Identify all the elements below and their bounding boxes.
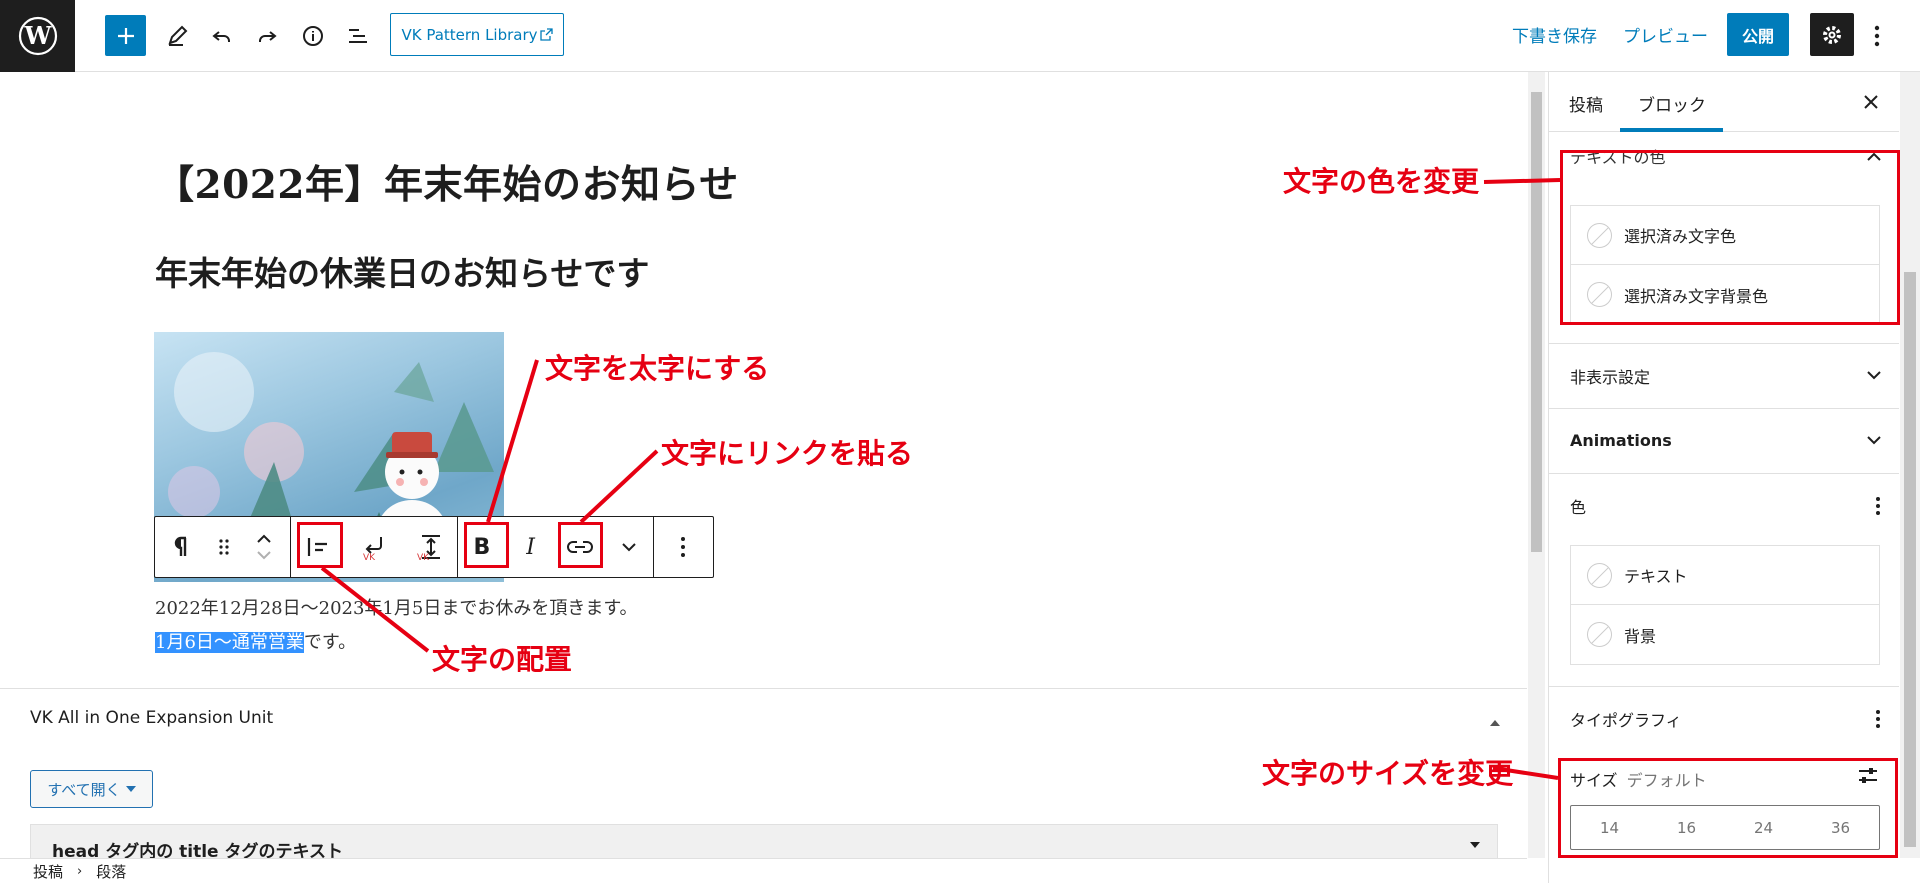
block-toolbar: VK VK B I	[154, 516, 714, 578]
caret-down-icon	[125, 786, 136, 792]
active-tab-indicator	[1620, 128, 1723, 132]
color-bg-option[interactable]: 背景	[1571, 605, 1879, 664]
wordpress-logo-icon[interactable]: W	[0, 0, 75, 72]
color-panel-title: 色	[1570, 497, 1587, 517]
svg-text:W: W	[23, 21, 52, 50]
annotation-bold-label: 文字を太字にする	[545, 352, 770, 385]
vk-panel-title[interactable]: VK All in One Expansion Unit	[30, 708, 273, 728]
svg-text:VK: VK	[417, 553, 430, 562]
redo-icon[interactable]	[245, 14, 289, 58]
heading-block[interactable]: 年末年始の休業日のお知らせです	[155, 247, 649, 295]
typography-options-icon[interactable]	[1875, 709, 1881, 729]
expand-triangle-icon	[1470, 842, 1480, 848]
hide-settings-title: 非表示設定	[1570, 367, 1651, 387]
color-swatch-icon	[1587, 562, 1612, 588]
animations-panel[interactable]: Animations	[1549, 408, 1899, 472]
color-swatch-icon	[1587, 622, 1612, 647]
editor-header: W VK Pattern Library 下書き保存 プレビュー 公開	[0, 0, 1920, 72]
paragraph-line-2[interactable]: 1月6日～通常営業です。	[155, 628, 356, 654]
paragraph-line-2-rest: です。	[303, 632, 357, 653]
open-all-label: すべて開く	[47, 780, 121, 799]
annotation-box-bold	[464, 522, 509, 568]
animations-title: Animations	[1570, 431, 1672, 450]
annotation-align-label: 文字の配置	[432, 643, 573, 676]
typography-panel-header: タイポグラフィ	[1549, 686, 1899, 750]
breadcrumb-separator-icon: ›	[77, 863, 83, 879]
move-up-down-icon[interactable]	[239, 517, 289, 577]
block-toolbar-group-4	[654, 517, 712, 577]
line-break-icon[interactable]: VK	[347, 517, 403, 577]
hide-settings-panel[interactable]: 非表示設定	[1549, 343, 1899, 407]
annotation-text-color-label: 文字の色を変更	[1283, 165, 1480, 198]
post-title[interactable]: 【2022年】年末年始のお知らせ	[155, 154, 739, 210]
tab-post[interactable]: 投稿	[1569, 91, 1603, 116]
svg-text:VK: VK	[363, 553, 376, 561]
italic-icon[interactable]: I	[506, 517, 556, 577]
spacing-icon[interactable]: VK	[402, 517, 457, 577]
chevron-down-icon	[1867, 371, 1881, 380]
block-toolbar-group-1	[155, 517, 291, 577]
color-panel-header: 色	[1549, 473, 1899, 537]
collapse-triangle-icon[interactable]	[1489, 712, 1501, 731]
color-text-label: テキスト	[1624, 567, 1688, 586]
paragraph-line-1[interactable]: 2022年12月28日～2023年1月5日までお休みを頂きます。	[155, 594, 638, 620]
annotation-text-size-label: 文字のサイズを変更	[1262, 757, 1514, 790]
annotation-box-text-size	[1558, 758, 1898, 858]
breadcrumb-paragraph[interactable]: 段落	[96, 861, 126, 882]
list-view-icon[interactable]	[336, 14, 380, 58]
vk-pattern-library-button[interactable]: VK Pattern Library	[390, 13, 564, 56]
save-draft-button[interactable]: 下書き保存	[1512, 22, 1597, 47]
sidebar-scrollbar-thumb[interactable]	[1904, 272, 1916, 847]
editor-scrollbar-thumb[interactable]	[1531, 92, 1542, 552]
sidebar-scrollbar[interactable]	[1900, 72, 1920, 858]
editor-scrollbar[interactable]	[1528, 72, 1545, 858]
add-block-button[interactable]	[105, 15, 146, 56]
more-formatting-chevron-icon[interactable]	[605, 517, 653, 577]
drag-handle-icon[interactable]	[209, 517, 239, 577]
annotation-box-text-color	[1560, 150, 1900, 325]
block-options-icon[interactable]	[654, 517, 712, 577]
close-icon[interactable]	[1863, 94, 1879, 110]
undo-icon[interactable]	[200, 14, 244, 58]
publish-button[interactable]: 公開	[1727, 13, 1789, 56]
breadcrumb-post[interactable]: 投稿	[33, 861, 63, 882]
selected-text[interactable]: 1月6日～通常営業	[155, 632, 304, 653]
details-info-icon[interactable]	[291, 14, 335, 58]
annotation-link-label: 文字にリンクを貼る	[661, 437, 914, 470]
external-link-icon	[539, 28, 553, 41]
annotation-box-align	[297, 522, 343, 568]
open-all-button[interactable]: すべて開く	[30, 770, 153, 808]
annotation-box-link	[558, 522, 603, 568]
color-options-icon[interactable]	[1875, 496, 1881, 516]
tab-block[interactable]: ブロック	[1638, 91, 1706, 116]
typography-title: タイポグラフィ	[1570, 710, 1682, 730]
chevron-down-icon	[1867, 436, 1881, 445]
sidebar-tabs: 投稿 ブロック	[1549, 72, 1899, 132]
more-options-icon[interactable]	[1855, 14, 1899, 58]
color-text-option[interactable]: テキスト	[1571, 546, 1879, 605]
edit-pencil-icon[interactable]	[155, 14, 199, 58]
paragraph-icon[interactable]	[155, 517, 209, 577]
vk-pattern-library-label: VK Pattern Library	[401, 25, 538, 44]
color-options: テキスト 背景	[1570, 545, 1880, 665]
color-bg-label: 背景	[1624, 626, 1657, 646]
preview-button[interactable]: プレビュー	[1623, 22, 1708, 47]
breadcrumb: 投稿 › 段落	[0, 858, 1527, 883]
settings-gear-icon[interactable]	[1810, 13, 1854, 56]
